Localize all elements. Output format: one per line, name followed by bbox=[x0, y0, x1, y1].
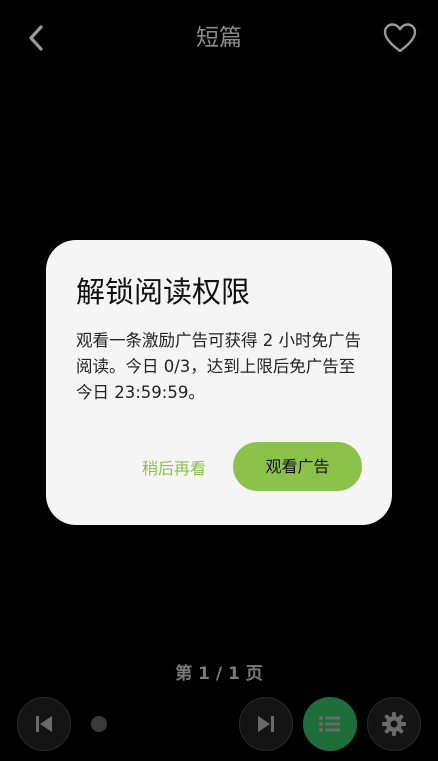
page-indicator: 第 1 / 1 页 bbox=[175, 664, 263, 684]
skip-next-icon bbox=[258, 716, 274, 732]
page-progress-slider[interactable] bbox=[80, 708, 230, 740]
dialog-message: 观看一条激励广告可获得 2 小时免广告阅读。今日 0/3，达到上限后免广告至今日… bbox=[76, 331, 361, 402]
gear-icon bbox=[382, 712, 406, 736]
favorite-button[interactable] bbox=[380, 18, 420, 58]
previous-chapter-button[interactable] bbox=[17, 697, 71, 751]
unlock-dialog: 解锁阅读权限 观看一条激励广告可获得 2 小时免广告阅读。今日 0/3，达到上限… bbox=[46, 240, 392, 525]
watch-ad-button[interactable]: 观看广告 bbox=[233, 442, 362, 491]
top-bar: 短篇 bbox=[0, 0, 438, 76]
slider-thumb[interactable] bbox=[91, 716, 107, 732]
later-button[interactable]: 稍后再看 bbox=[134, 454, 214, 484]
skip-previous-icon bbox=[36, 716, 52, 732]
list-icon bbox=[319, 716, 340, 732]
page-title: 短篇 bbox=[196, 25, 242, 51]
settings-button[interactable] bbox=[367, 697, 421, 751]
dialog-title: 解锁阅读权限 bbox=[76, 275, 251, 309]
heart-outline-icon bbox=[383, 23, 417, 53]
next-chapter-button[interactable] bbox=[239, 697, 293, 751]
table-of-contents-button[interactable] bbox=[303, 697, 357, 751]
